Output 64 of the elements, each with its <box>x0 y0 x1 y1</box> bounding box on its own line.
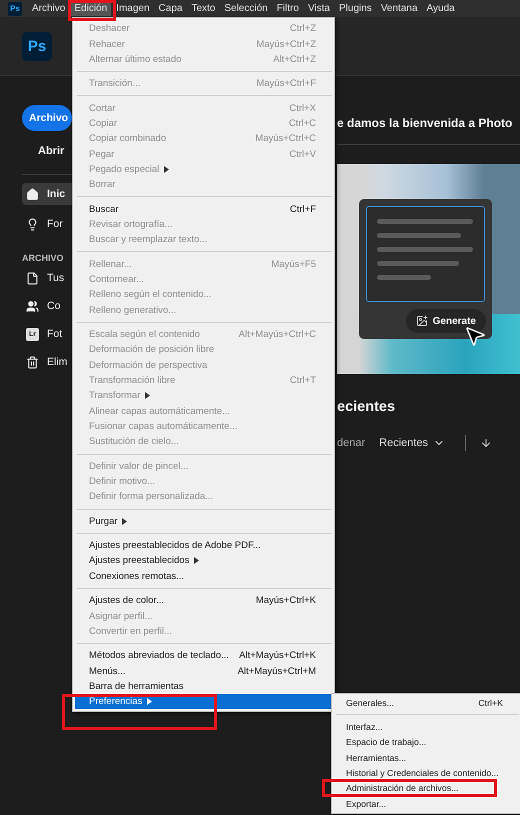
welcome-heading: e damos la bienvenida a Photo <box>337 116 512 130</box>
shortcut-text: Ctrl+Z <box>288 23 316 34</box>
menu-item[interactable]: Menús... Alt+Mayús+Ctrl+M <box>75 663 332 679</box>
menu-item[interactable]: Historial y Credenciales de contenido... <box>334 765 519 781</box>
menubar-item[interactable]: Selección <box>220 1 272 16</box>
menubar-item[interactable]: Plugins <box>335 1 376 16</box>
menu-item[interactable]: Espacio de trabajo... <box>334 734 519 750</box>
menu-item[interactable]: Administración de archivos... <box>334 780 519 796</box>
menubar-item[interactable]: Texto <box>187 1 220 16</box>
menu-item[interactable]: Buscar Ctrl+F <box>75 201 332 217</box>
trash-icon <box>26 356 39 368</box>
menu-item[interactable]: Herramientas... <box>334 750 519 766</box>
menubar-item[interactable]: Capa <box>154 1 186 16</box>
shortcut-text: Ctrl+F <box>288 204 316 215</box>
file-icon <box>26 272 39 284</box>
primary-button[interactable]: Archivo <box>22 105 72 131</box>
app-logo: Ps <box>22 32 52 60</box>
nav-item[interactable]: Elim <box>22 351 76 373</box>
menu-item[interactable]: Generales... Ctrl+K <box>334 695 519 710</box>
shortcut-text: Mayús+Ctrl+K <box>254 595 316 606</box>
shortcut-text: Ctrl+K <box>477 698 503 708</box>
sort-label: denar <box>337 437 366 449</box>
menu-item[interactable]: Barra de herramientas <box>75 678 332 694</box>
shortcut-text: Alt+Mayús+Ctrl+K <box>238 650 316 662</box>
arrow-down-icon <box>480 437 492 449</box>
menubar-item[interactable]: Vista <box>304 1 334 16</box>
menu-item[interactable]: Ajustes preestablecidos <box>75 553 332 569</box>
shortcut-text: Ctrl+C <box>288 118 316 129</box>
section-title: ARCHIVO <box>22 253 64 263</box>
shortcut-text: Alt+Mayús+Ctrl+C <box>238 329 316 340</box>
menu-item[interactable]: Métodos abreviados de teclado... Alt+Mayús+Ctrl+K <box>75 648 332 664</box>
menu-item[interactable]: Ajustes preestablecidos de Adobe PDF... <box>75 538 332 554</box>
nav-item[interactable]: Tus <box>22 267 76 289</box>
lightbulb-icon <box>26 218 39 230</box>
section-heading: ecientes <box>337 399 396 415</box>
generate-button[interactable]: Generate <box>406 309 486 333</box>
people-icon <box>26 300 39 312</box>
shortcut-text: Alt+Ctrl+Z <box>272 54 316 65</box>
menubar-item[interactable]: Archivo <box>28 1 70 16</box>
home-icon <box>26 188 39 200</box>
image-plus-icon <box>416 315 428 327</box>
nav-item[interactable]: For <box>22 213 76 235</box>
menu-item[interactable]: Conexiones remotas... <box>75 568 332 584</box>
menubar-item[interactable]: Imagen <box>112 1 154 16</box>
menu-item[interactable]: Interfaz... <box>334 719 519 735</box>
shortcut-text: Mayús+Ctrl+C <box>254 133 316 144</box>
shortcut-text: Ctrl+X <box>288 102 316 114</box>
shortcut-text: Ctrl+T <box>288 375 316 386</box>
shortcut-text: Ctrl+V <box>288 148 316 160</box>
shortcut-text: Mayús+F5 <box>270 258 316 270</box>
menubar-item[interactable]: Filtro <box>272 1 303 16</box>
menu-item[interactable]: Purgar <box>75 514 332 529</box>
app-logo: Ps <box>8 2 22 16</box>
shortcut-text: Alt+Mayús+Ctrl+M <box>236 666 316 677</box>
shortcut-text: Mayús+Ctrl+F <box>255 78 316 90</box>
highlight-frame <box>68 0 116 21</box>
menubar-item[interactable]: Ayuda <box>422 1 459 16</box>
menu-item[interactable]: Ajustes de color... Mayús+Ctrl+K <box>75 593 332 608</box>
sort-dropdown[interactable]: Recientes <box>379 437 446 449</box>
menubar-item[interactable]: Ventana <box>376 1 422 16</box>
shortcut-text: Mayús+Ctrl+Z <box>255 38 316 50</box>
sort-direction-button[interactable] <box>480 437 492 449</box>
menu-item[interactable]: Exportar... <box>334 796 519 812</box>
nav-item[interactable]: Co <box>22 295 76 317</box>
